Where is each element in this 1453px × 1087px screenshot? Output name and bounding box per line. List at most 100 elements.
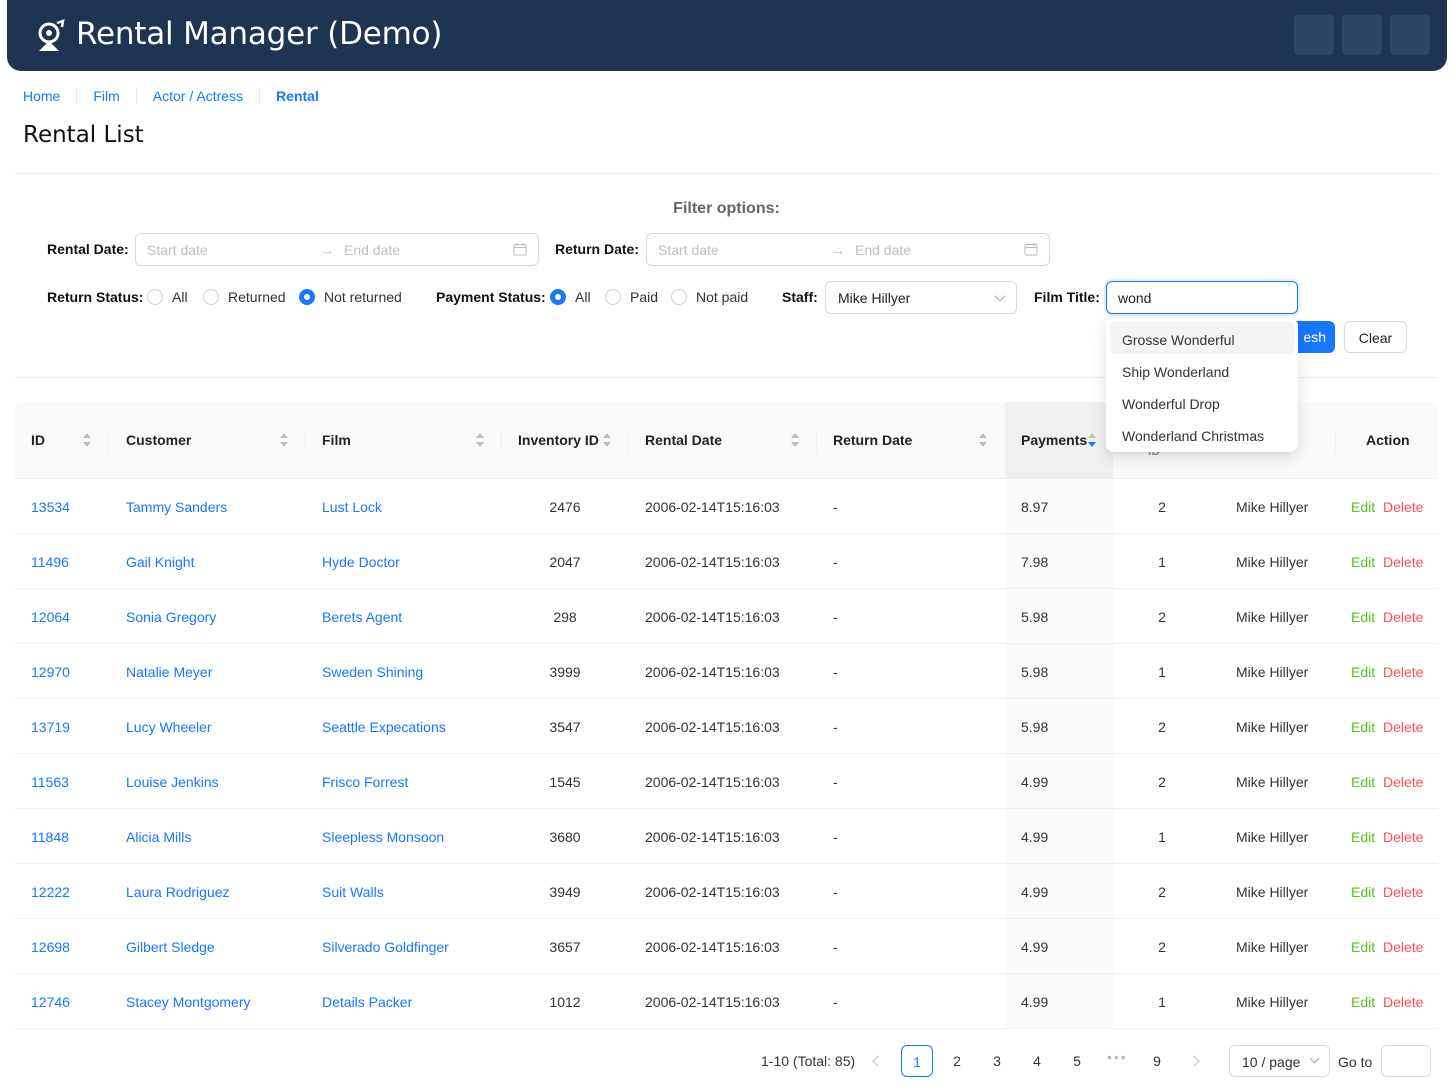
row-id-link[interactable]: 12746 bbox=[31, 994, 70, 1010]
row-customer-link[interactable]: Alicia Mills bbox=[126, 829, 191, 845]
page-size-select[interactable]: 10 / page bbox=[1229, 1045, 1330, 1077]
breadcrumb-rental[interactable]: Rental bbox=[276, 88, 319, 104]
header-button-3[interactable] bbox=[1390, 15, 1430, 55]
pagination-ellipsis[interactable]: ••• bbox=[1107, 1049, 1128, 1065]
row-customer-link[interactable]: Louise Jenkins bbox=[126, 774, 219, 790]
column-header-id[interactable]: ID bbox=[31, 432, 45, 448]
row-staff: Mike Hillyer bbox=[1236, 554, 1309, 570]
header-button-1[interactable] bbox=[1294, 15, 1334, 55]
row-id-link[interactable]: 11496 bbox=[31, 554, 69, 570]
column-header-film[interactable]: Film bbox=[322, 432, 351, 448]
column-header-return-date[interactable]: Return Date bbox=[833, 432, 912, 448]
sort-icon[interactable] bbox=[979, 433, 987, 447]
row-customer-link[interactable]: Lucy Wheeler bbox=[126, 719, 212, 735]
delete-link[interactable]: Delete bbox=[1383, 939, 1423, 955]
delete-link[interactable]: Delete bbox=[1383, 664, 1423, 680]
row-film-link[interactable]: Sleepless Monsoon bbox=[322, 829, 444, 845]
row-customer-link[interactable]: Stacey Montgomery bbox=[126, 994, 251, 1010]
sort-icon[interactable] bbox=[280, 433, 288, 447]
rental-date-range-picker[interactable]: Start date → End date bbox=[135, 233, 539, 266]
column-header-payments[interactable]: Payments bbox=[1021, 432, 1087, 448]
page-3-button[interactable]: 3 bbox=[981, 1045, 1013, 1077]
page-9-button[interactable]: 9 bbox=[1141, 1045, 1173, 1077]
payment-status-paid-radio[interactable]: Paid bbox=[605, 289, 658, 305]
sort-descending-icon[interactable] bbox=[1088, 433, 1096, 447]
row-film-link[interactable]: Details Packer bbox=[322, 994, 412, 1010]
chevron-left-icon[interactable] bbox=[872, 1055, 884, 1067]
delete-link[interactable]: Delete bbox=[1383, 554, 1423, 570]
chevron-right-icon[interactable] bbox=[1188, 1055, 1200, 1067]
delete-link[interactable]: Delete bbox=[1383, 829, 1423, 845]
row-staff: Mike Hillyer bbox=[1236, 609, 1309, 625]
row-id-link[interactable]: 12970 bbox=[31, 664, 70, 680]
return-date-range-picker[interactable]: Start date → End date bbox=[646, 233, 1050, 266]
row-customer-link[interactable]: Laura Rodriguez bbox=[126, 884, 230, 900]
row-customer-link[interactable]: Tammy Sanders bbox=[126, 499, 227, 515]
row-film-link[interactable]: Silverado Goldfinger bbox=[322, 939, 449, 955]
return-date-label: Return Date: bbox=[555, 241, 640, 257]
clear-button[interactable]: Clear bbox=[1344, 321, 1407, 353]
row-id-link[interactable]: 13719 bbox=[31, 719, 70, 735]
goto-page-input[interactable] bbox=[1381, 1045, 1431, 1077]
row-id-link[interactable]: 11563 bbox=[31, 774, 69, 790]
edit-link[interactable]: Edit bbox=[1351, 994, 1375, 1010]
row-id-link[interactable]: 12222 bbox=[31, 884, 70, 900]
row-film-link[interactable]: Sweden Shining bbox=[322, 664, 423, 680]
row-customer-link[interactable]: Gail Knight bbox=[126, 554, 194, 570]
row-film-link[interactable]: Berets Agent bbox=[322, 609, 402, 625]
autocomplete-option[interactable]: Ship Wonderland bbox=[1110, 354, 1294, 386]
row-id-link[interactable]: 11848 bbox=[31, 829, 69, 845]
autocomplete-option[interactable]: Wonderland Christmas bbox=[1110, 418, 1294, 450]
row-id-link[interactable]: 12064 bbox=[31, 609, 70, 625]
header-button-2[interactable] bbox=[1342, 15, 1382, 55]
edit-link[interactable]: Edit bbox=[1351, 774, 1375, 790]
delete-link[interactable]: Delete bbox=[1383, 609, 1423, 625]
return-status-all-radio[interactable]: All bbox=[147, 289, 188, 305]
row-customer-link[interactable]: Natalie Meyer bbox=[126, 664, 212, 680]
row-film-link[interactable]: Hyde Doctor bbox=[322, 554, 400, 570]
breadcrumb-film[interactable]: Film bbox=[93, 88, 119, 104]
autocomplete-option[interactable]: Grosse Wonderful bbox=[1110, 322, 1294, 354]
edit-link[interactable]: Edit bbox=[1351, 554, 1375, 570]
sort-icon[interactable] bbox=[603, 433, 611, 447]
payment-status-all-radio[interactable]: All bbox=[550, 289, 591, 305]
column-header-customer[interactable]: Customer bbox=[126, 432, 191, 448]
edit-link[interactable]: Edit bbox=[1351, 499, 1375, 515]
breadcrumb-actor[interactable]: Actor / Actress bbox=[153, 88, 243, 104]
delete-link[interactable]: Delete bbox=[1383, 774, 1423, 790]
row-film-link[interactable]: Lust Lock bbox=[322, 499, 382, 515]
delete-link[interactable]: Delete bbox=[1383, 994, 1423, 1010]
sort-icon[interactable] bbox=[476, 433, 484, 447]
return-status-not-returned-radio[interactable]: Not returned bbox=[299, 289, 402, 305]
staff-select[interactable]: Mike Hillyer bbox=[825, 281, 1017, 314]
sort-icon[interactable] bbox=[83, 433, 91, 447]
autocomplete-option[interactable]: Wonderful Drop bbox=[1110, 386, 1294, 418]
edit-link[interactable]: Edit bbox=[1351, 719, 1375, 735]
row-film-link[interactable]: Frisco Forrest bbox=[322, 774, 408, 790]
edit-link[interactable]: Edit bbox=[1351, 884, 1375, 900]
edit-link[interactable]: Edit bbox=[1351, 609, 1375, 625]
delete-link[interactable]: Delete bbox=[1383, 499, 1423, 515]
page-2-button[interactable]: 2 bbox=[941, 1045, 973, 1077]
page-4-button[interactable]: 4 bbox=[1021, 1045, 1053, 1077]
column-header-inventory-id[interactable]: Inventory ID bbox=[518, 432, 599, 448]
edit-link[interactable]: Edit bbox=[1351, 939, 1375, 955]
delete-link[interactable]: Delete bbox=[1383, 719, 1423, 735]
film-title-input[interactable]: wond bbox=[1106, 281, 1298, 314]
column-header-rental-date[interactable]: Rental Date bbox=[645, 432, 722, 448]
sort-icon[interactable] bbox=[791, 433, 799, 447]
row-id-link[interactable]: 12698 bbox=[31, 939, 70, 955]
row-film-link[interactable]: Suit Walls bbox=[322, 884, 384, 900]
row-customer-link[interactable]: Gilbert Sledge bbox=[126, 939, 215, 955]
edit-link[interactable]: Edit bbox=[1351, 829, 1375, 845]
edit-link[interactable]: Edit bbox=[1351, 664, 1375, 680]
breadcrumb-home[interactable]: Home bbox=[23, 88, 60, 104]
row-customer-link[interactable]: Sonia Gregory bbox=[126, 609, 216, 625]
payment-status-not-paid-radio[interactable]: Not paid bbox=[671, 289, 748, 305]
return-status-returned-radio[interactable]: Returned bbox=[203, 289, 286, 305]
delete-link[interactable]: Delete bbox=[1383, 884, 1423, 900]
row-id-link[interactable]: 13534 bbox=[31, 499, 70, 515]
page-1-button[interactable]: 1 bbox=[901, 1045, 933, 1077]
page-5-button[interactable]: 5 bbox=[1061, 1045, 1093, 1077]
row-film-link[interactable]: Seattle Expecations bbox=[322, 719, 446, 735]
